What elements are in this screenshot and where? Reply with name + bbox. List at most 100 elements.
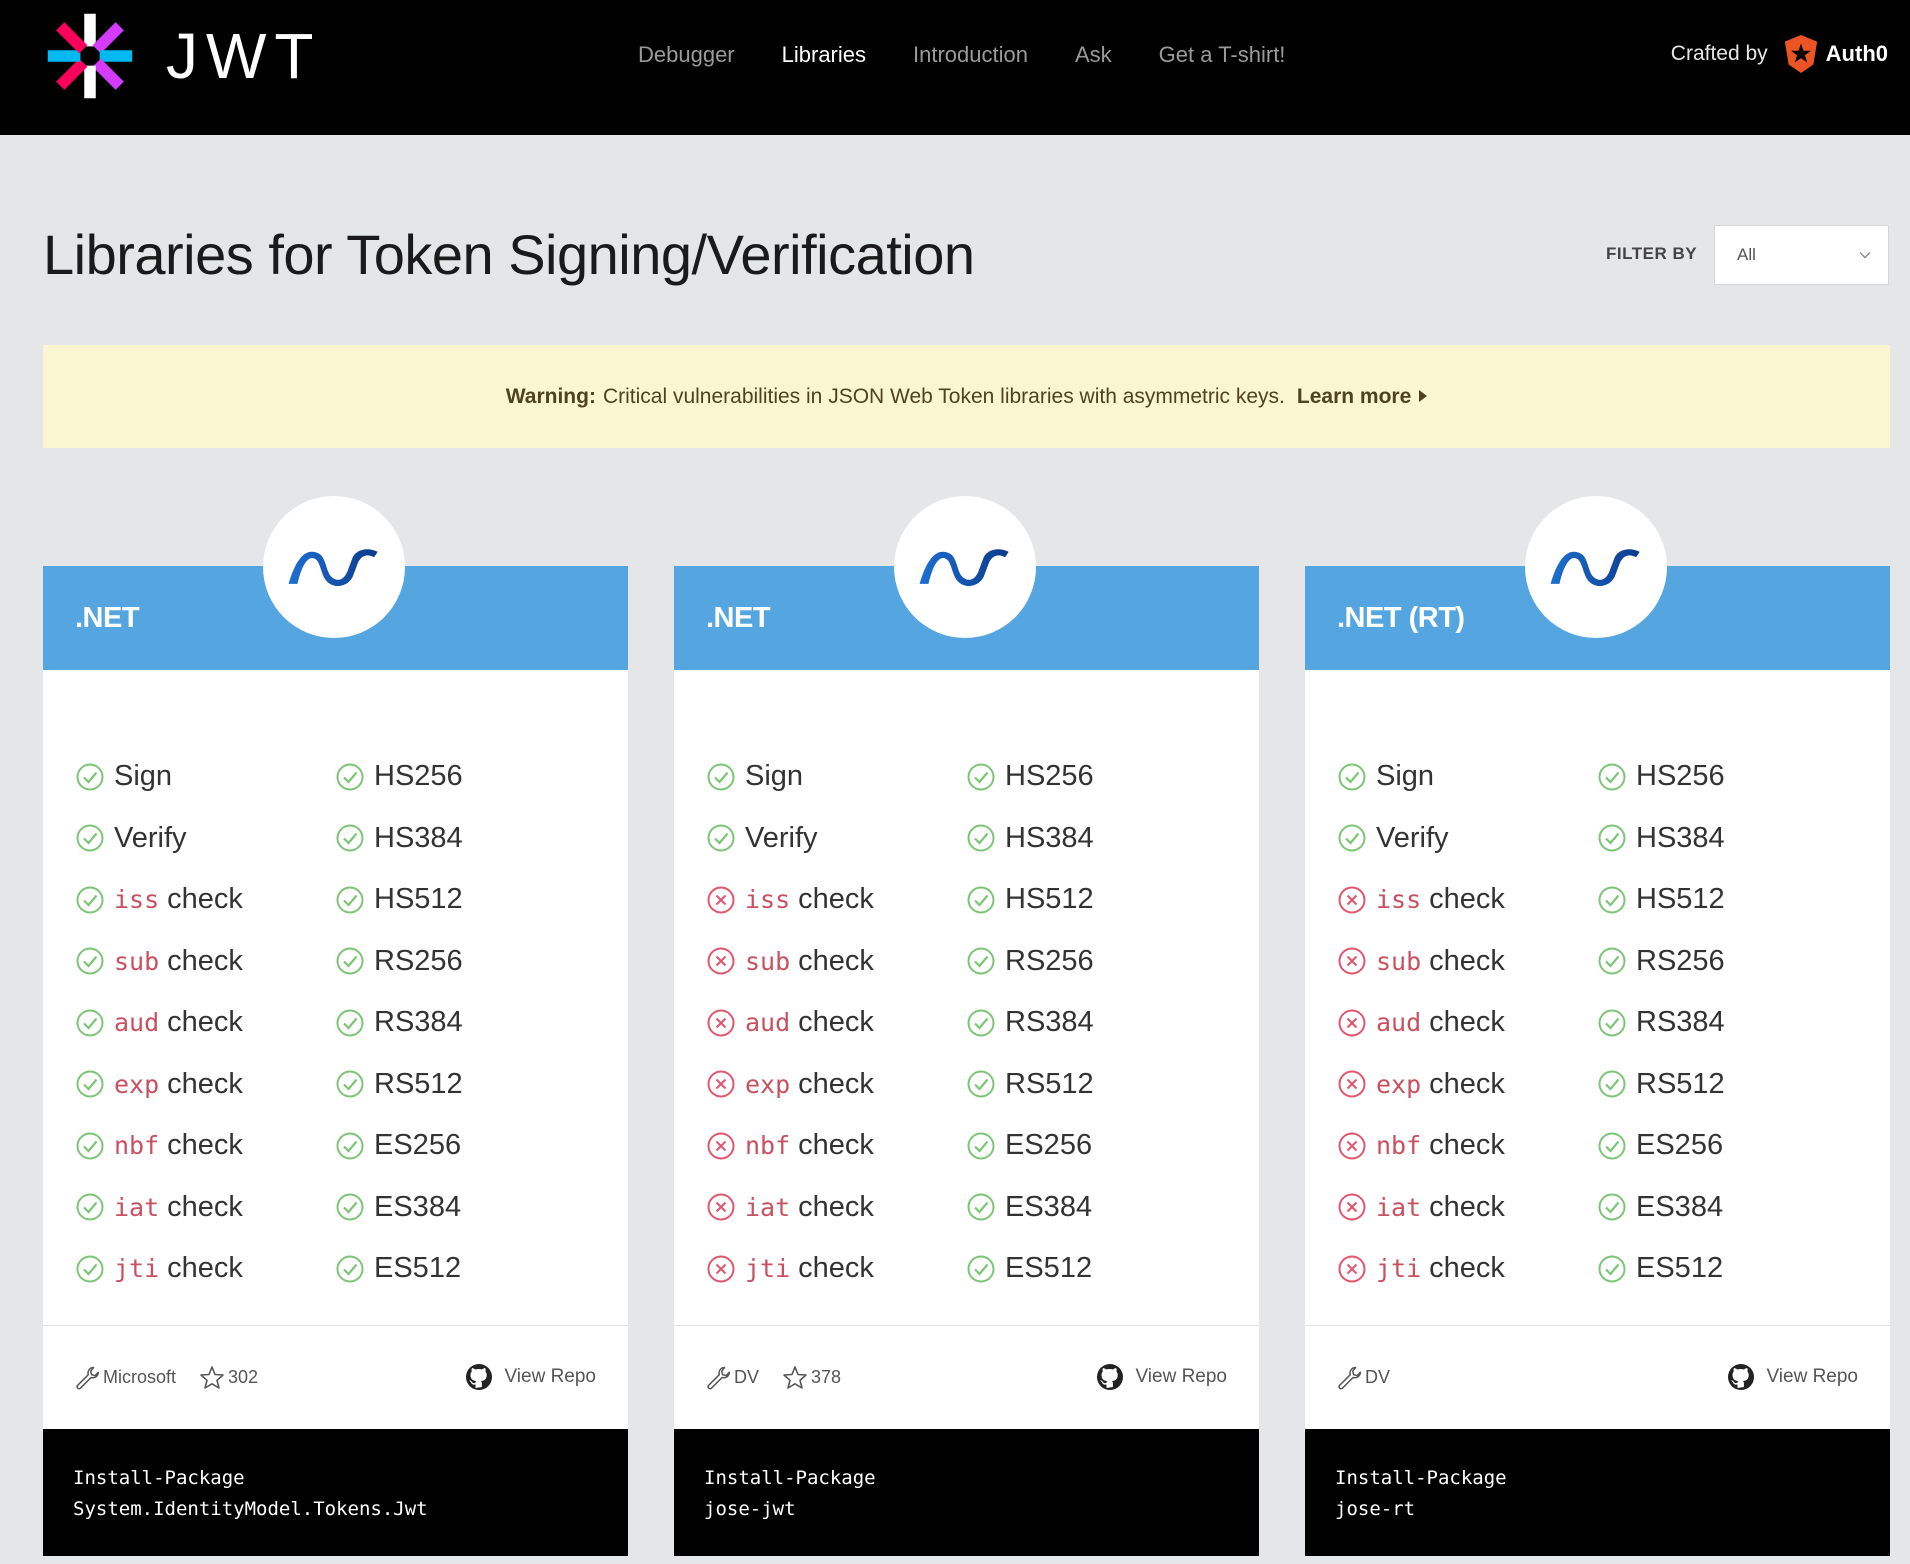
claim-code: nbf — [745, 1131, 791, 1161]
vulnerability-warning: Warning: Critical vulnerabilities in JSO… — [43, 345, 1890, 448]
nav-ask[interactable]: Ask — [1075, 40, 1112, 70]
claim-code: iss — [1376, 885, 1422, 915]
feature-item: jti check — [1337, 1238, 1505, 1300]
check-circle-icon — [966, 1254, 1005, 1284]
algorithm-item: ES384 — [335, 1177, 463, 1239]
algorithm-label: ES512 — [1636, 1252, 1724, 1285]
main-nav: Debugger Libraries Introduction Ask Get … — [638, 40, 1332, 70]
claim-code: iss — [114, 885, 160, 915]
feature-item: nbf check — [706, 1115, 874, 1177]
feature-label: Verify — [1376, 821, 1449, 854]
feature-label: check — [798, 1067, 874, 1100]
install-command[interactable]: Install-Package jose-jwt — [674, 1429, 1259, 1556]
filter-dropdown[interactable]: All — [1714, 225, 1889, 285]
feature-label: check — [167, 1067, 243, 1100]
check-circle-icon — [966, 946, 1005, 976]
check-circle-icon — [335, 1008, 374, 1038]
algorithm-label: ES256 — [374, 1129, 462, 1162]
install-command[interactable]: Install-Package System.IdentityModel.Toke… — [43, 1429, 628, 1556]
claims-column: Sign Verify iss check sub check aud check exp che… — [1337, 746, 1505, 1300]
algorithm-item: RS256 — [966, 931, 1094, 993]
algorithm-item: RS384 — [966, 992, 1094, 1054]
feature-item: nbf check — [1337, 1115, 1505, 1177]
card-header: .NET (RT) — [1305, 496, 1890, 670]
card-features: Sign Verify iss check sub check aud check exp che… — [674, 670, 1259, 1326]
x-circle-icon — [1337, 946, 1376, 976]
algorithm-item: HS256 — [1597, 746, 1725, 808]
x-circle-icon — [706, 946, 745, 976]
algorithm-label: HS384 — [1636, 821, 1725, 854]
author: DV — [704, 1364, 759, 1392]
claim-code: jti — [1376, 1254, 1422, 1284]
algorithm-label: RS384 — [374, 1006, 463, 1039]
check-circle-icon — [706, 823, 745, 853]
check-circle-icon — [1337, 823, 1376, 853]
nav-debugger[interactable]: Debugger — [638, 40, 735, 70]
algorithm-item: ES256 — [966, 1115, 1094, 1177]
algorithm-label: HS384 — [374, 821, 463, 854]
check-circle-icon — [1597, 1008, 1636, 1038]
algorithm-label: RS384 — [1636, 1006, 1725, 1039]
claim-code: exp — [745, 1069, 791, 1099]
feature-item: iat check — [1337, 1177, 1505, 1239]
algorithm-item: ES512 — [1597, 1238, 1725, 1300]
nav-introduction[interactable]: Introduction — [913, 40, 1028, 70]
nav-tshirt[interactable]: Get a T-shirt! — [1159, 40, 1286, 70]
check-circle-icon — [1597, 1192, 1636, 1222]
check-circle-icon — [1597, 1254, 1636, 1284]
card-features: Sign Verify iss check sub check aud check exp che… — [43, 670, 628, 1326]
feature-label: check — [798, 883, 874, 916]
feature-label: check — [167, 1252, 243, 1285]
page-title: Libraries for Token Signing/Verification — [43, 223, 975, 286]
x-circle-icon — [706, 885, 745, 915]
install-line: Install-Package — [704, 1467, 876, 1489]
algorithm-label: ES384 — [1005, 1190, 1093, 1223]
check-circle-icon — [75, 885, 114, 915]
claim-code: aud — [1376, 1008, 1422, 1038]
algorithm-item: RS256 — [1597, 931, 1725, 993]
filter-label: FILTER BY — [1606, 244, 1698, 263]
algorithm-item: RS256 — [335, 931, 463, 993]
view-repo-link[interactable]: View Repo — [464, 1362, 596, 1392]
claim-code: iss — [745, 885, 791, 915]
star-icon — [781, 1364, 811, 1392]
claim-code: iat — [1376, 1192, 1422, 1222]
claim-code: exp — [1376, 1069, 1422, 1099]
feature-label: check — [1429, 944, 1505, 977]
learn-more-link[interactable]: Learn more — [1297, 385, 1428, 409]
algorithm-item: RS384 — [335, 992, 463, 1054]
claim-code: aud — [114, 1008, 160, 1038]
claim-code: aud — [745, 1008, 791, 1038]
jwt-logo[interactable]: JWT — [42, 8, 322, 104]
algorithm-item: HS384 — [1597, 808, 1725, 870]
crafted-by-auth0[interactable]: Crafted by Auth0 — [1671, 34, 1888, 74]
claim-code: nbf — [114, 1131, 160, 1161]
author-name: DV — [1365, 1367, 1391, 1387]
nav-libraries[interactable]: Libraries — [782, 40, 866, 70]
x-circle-icon — [1337, 1254, 1376, 1284]
algorithm-label: HS384 — [1005, 821, 1094, 854]
install-command[interactable]: Install-Package jose-rt — [1305, 1429, 1890, 1556]
algorithm-item: HS512 — [966, 869, 1094, 931]
algorithm-label: RS256 — [1636, 944, 1725, 977]
feature-label: check — [1429, 1129, 1505, 1162]
dotnet-logo-icon — [263, 496, 405, 638]
algorithms-column: HS256 HS384 HS512 RS256 RS384 RS512 ES256 ES384… — [1597, 746, 1725, 1300]
view-repo-link[interactable]: View Repo — [1095, 1362, 1227, 1392]
x-circle-icon — [706, 1008, 745, 1038]
claim-code: iat — [745, 1192, 791, 1222]
algorithm-label: ES384 — [374, 1190, 462, 1223]
author-name: DV — [734, 1367, 760, 1387]
feature-label: check — [167, 1190, 243, 1223]
feature-item: iss check — [75, 869, 243, 931]
check-circle-icon — [335, 762, 374, 792]
algorithm-label: HS256 — [1636, 760, 1725, 793]
feature-item: sub check — [1337, 931, 1505, 993]
star-count: 302 — [228, 1367, 259, 1387]
claim-code: iat — [114, 1192, 160, 1222]
wrench-icon — [704, 1364, 734, 1392]
view-repo-link[interactable]: View Repo — [1726, 1362, 1858, 1392]
feature-item: aud check — [1337, 992, 1505, 1054]
check-circle-icon — [966, 885, 1005, 915]
check-circle-icon — [75, 1131, 114, 1161]
